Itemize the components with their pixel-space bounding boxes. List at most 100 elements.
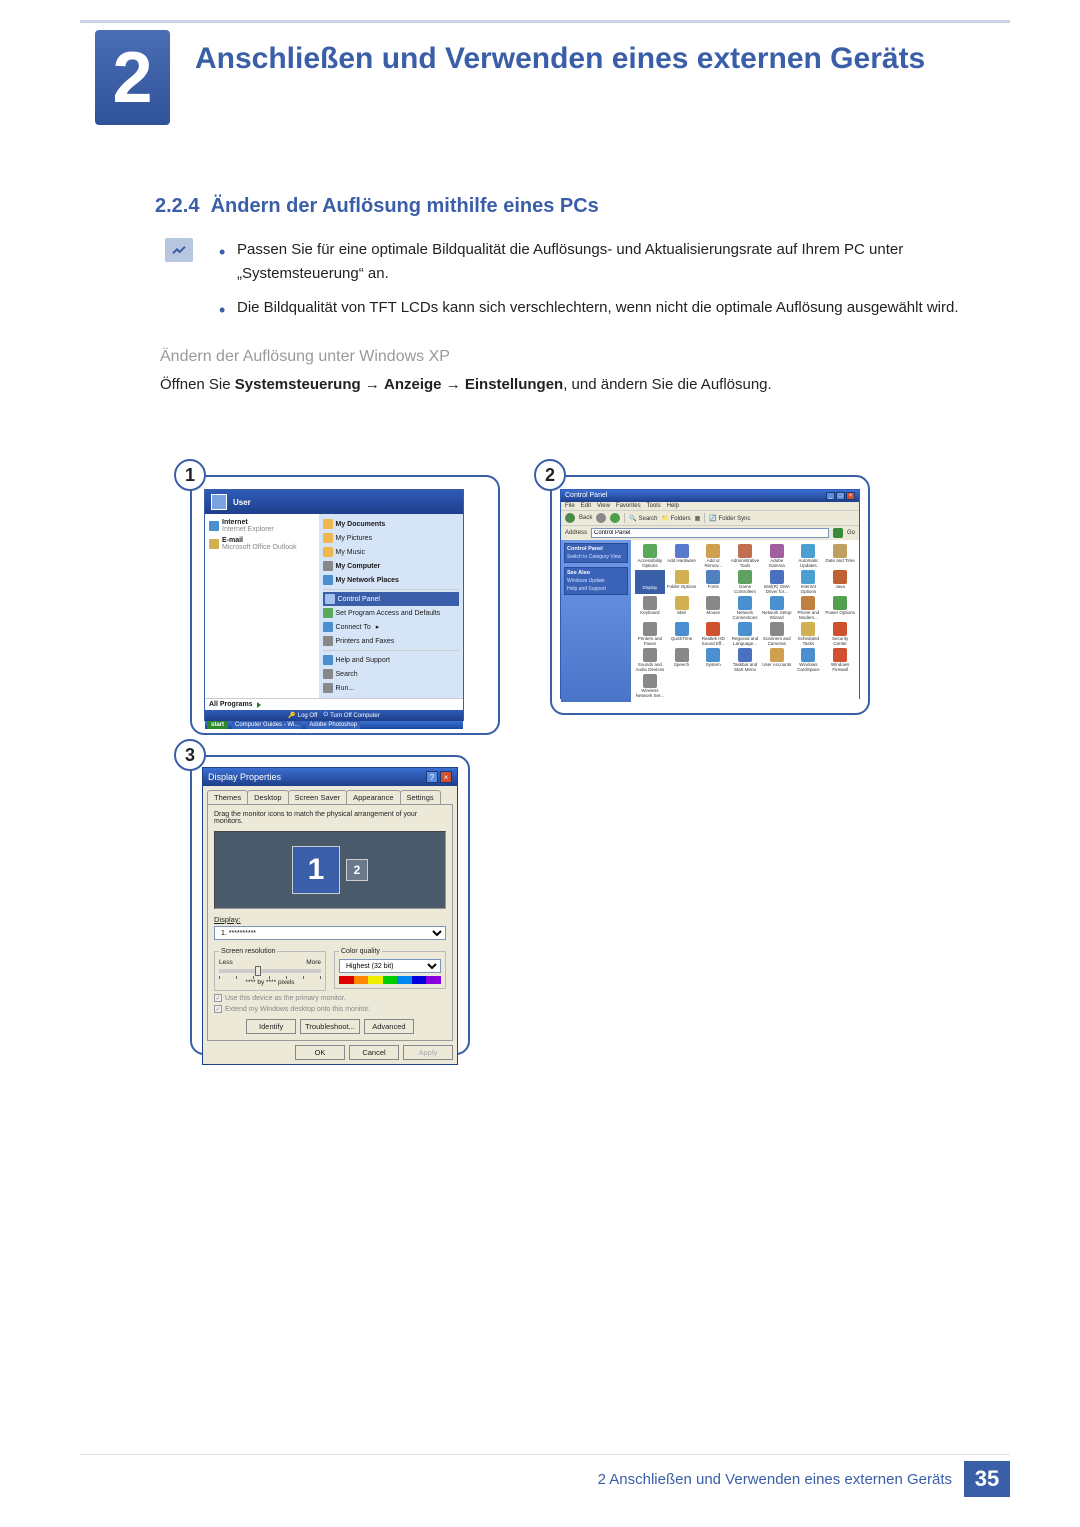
cp-icon-accessibility-options[interactable]: Accessibility Options bbox=[635, 544, 665, 568]
start-item-mycomp[interactable]: My Computer bbox=[323, 559, 459, 573]
cp-icon-speech[interactable]: Speech bbox=[667, 648, 697, 672]
start-item-printers[interactable]: Printers and Faxes bbox=[323, 634, 459, 648]
cp-icon-scheduled-tasks[interactable]: Scheduled Tasks bbox=[794, 622, 824, 646]
cp-icon-quicktime[interactable]: QuickTime bbox=[667, 622, 697, 646]
cp-icon-administrative-tools[interactable]: Administrative Tools bbox=[730, 544, 760, 568]
cp-icon-realtek-hd-sound-eff[interactable]: Realtek HD Sound Eff... bbox=[698, 622, 728, 646]
apply-button[interactable]: Apply bbox=[403, 1045, 453, 1060]
cp-icon-regional-and-language[interactable]: Regional and Language... bbox=[730, 622, 760, 646]
tab-themes[interactable]: Themes bbox=[207, 790, 248, 804]
search-button[interactable]: 🔍 Search bbox=[629, 515, 657, 522]
cp-icon-wireless-network-set[interactable]: Wireless Network Set... bbox=[635, 674, 665, 698]
minimize-button[interactable]: _ bbox=[826, 492, 835, 500]
cp-icon-mouse[interactable]: Mouse bbox=[698, 596, 728, 620]
sidebar-link-category-view[interactable]: Switch to Category View bbox=[567, 552, 625, 560]
cp-icon-windows-firewall[interactable]: Windows Firewall bbox=[825, 648, 855, 672]
start-item-run[interactable]: Run... bbox=[323, 681, 459, 695]
cp-icon-mail[interactable]: Mail bbox=[667, 596, 697, 620]
views-button[interactable]: ▦ bbox=[695, 515, 701, 522]
cp-icon-taskbar-and-start-menu[interactable]: Taskbar and Start Menu bbox=[730, 648, 760, 672]
tab-desktop[interactable]: Desktop bbox=[247, 790, 289, 804]
cp-icon-security-center[interactable]: Security Center bbox=[825, 622, 855, 646]
address-input[interactable] bbox=[591, 528, 829, 538]
up-button[interactable] bbox=[610, 513, 620, 523]
forward-button[interactable] bbox=[596, 513, 606, 523]
back-button[interactable] bbox=[565, 513, 575, 523]
cp-icon-fonts[interactable]: Fonts bbox=[698, 570, 728, 594]
tab-screensaver[interactable]: Screen Saver bbox=[288, 790, 347, 804]
cp-icon-add-hardware[interactable]: Add Hardware bbox=[667, 544, 697, 568]
menu-help[interactable]: Help bbox=[667, 503, 679, 509]
monitor-1-icon[interactable]: 1 bbox=[292, 846, 340, 894]
cp-icon-intel-r-gma-driver-for[interactable]: Intel(R) GMA Driver for... bbox=[762, 570, 792, 594]
menu-favorites[interactable]: Favorites bbox=[616, 503, 641, 509]
cp-icon-scanners-and-cameras[interactable]: Scanners and Cameras bbox=[762, 622, 792, 646]
cp-icon-adobe-gamma[interactable]: Adobe Gamma bbox=[762, 544, 792, 568]
start-item-mynet[interactable]: My Network Places bbox=[323, 573, 459, 587]
resolution-slider[interactable] bbox=[219, 969, 321, 973]
tab-settings[interactable]: Settings bbox=[400, 790, 441, 804]
start-item-mypics[interactable]: My Pictures bbox=[323, 531, 459, 545]
monitor-2-icon[interactable]: 2 bbox=[346, 859, 368, 881]
start-item-control-panel[interactable]: Control Panel bbox=[323, 592, 459, 606]
cp-icon-printers-and-faxes[interactable]: Printers and Faxes bbox=[635, 622, 665, 646]
logoff-button[interactable]: 🔑 Log Off bbox=[288, 712, 317, 719]
taskbar-app-1[interactable]: Computer Guides - Wi... bbox=[232, 721, 302, 729]
cp-icon-system[interactable]: System bbox=[698, 648, 728, 672]
advanced-button[interactable]: Advanced bbox=[364, 1019, 414, 1034]
cp-icon-phone-and-modem[interactable]: Phone and Modem... bbox=[794, 596, 824, 620]
cp-icon-java[interactable]: Java bbox=[825, 570, 855, 594]
help-button[interactable]: ? bbox=[426, 771, 438, 783]
close-button[interactable]: × bbox=[846, 492, 855, 500]
start-item-connect[interactable]: Connect To ▸ bbox=[323, 620, 459, 634]
menu-edit[interactable]: Edit bbox=[581, 503, 591, 509]
go-button[interactable] bbox=[833, 528, 843, 538]
identify-button[interactable]: Identify bbox=[246, 1019, 296, 1034]
slider-less-label: Less bbox=[219, 959, 233, 966]
start-button[interactable]: start bbox=[207, 721, 228, 729]
cp-icon-windows-cardspace[interactable]: Windows CardSpace bbox=[794, 648, 824, 672]
cp-icon-user-accounts[interactable]: User Accounts bbox=[762, 648, 792, 672]
sidebar-link-winupdate[interactable]: Windows Update bbox=[567, 576, 625, 584]
cp-icon-network-connections[interactable]: Network Connections bbox=[730, 596, 760, 620]
turnoff-button[interactable]: ⏻ Turn Off Computer bbox=[323, 712, 379, 719]
foldersync-button[interactable]: 🔄 Folder Sync bbox=[709, 515, 750, 522]
cp-icon-internet-options[interactable]: Internet Options bbox=[794, 570, 824, 594]
monitor-arrangement-area[interactable]: 1 2 bbox=[214, 831, 446, 909]
maximize-button[interactable]: □ bbox=[836, 492, 845, 500]
start-item-mymusic[interactable]: My Music bbox=[323, 545, 459, 559]
start-item-help[interactable]: Help and Support bbox=[323, 653, 459, 667]
tab-appearance[interactable]: Appearance bbox=[346, 790, 400, 804]
menu-file[interactable]: File bbox=[565, 503, 575, 509]
start-item-search[interactable]: Search bbox=[323, 667, 459, 681]
menu-tools[interactable]: Tools bbox=[647, 503, 661, 509]
taskbar-app-2[interactable]: Adobe Photoshop bbox=[306, 721, 360, 729]
cp-icon-automatic-updates[interactable]: Automatic Updates bbox=[794, 544, 824, 568]
folders-button[interactable]: 📁 Folders bbox=[662, 515, 691, 522]
start-item-mydocs[interactable]: My Documents bbox=[323, 517, 459, 531]
cp-icon-game-controllers[interactable]: Game Controllers bbox=[730, 570, 760, 594]
close-button[interactable]: × bbox=[440, 771, 452, 783]
sidebar-link-help[interactable]: Help and Support bbox=[567, 584, 625, 592]
start-item-set-program[interactable]: Set Program Access and Defaults bbox=[323, 606, 459, 620]
cp-icon-power-options[interactable]: Power Options bbox=[825, 596, 855, 620]
ok-button[interactable]: OK bbox=[295, 1045, 345, 1060]
slider-thumb[interactable] bbox=[255, 966, 261, 976]
cp-icon-sounds-and-audio-devices[interactable]: Sounds and Audio Devices bbox=[635, 648, 665, 672]
cp-icon-keyboard[interactable]: Keyboard bbox=[635, 596, 665, 620]
start-item-email[interactable]: E-mailMicrosoft Office Outlook bbox=[209, 535, 315, 553]
display-select[interactable]: 1. ********** bbox=[214, 926, 446, 940]
start-item-internet[interactable]: InternetInternet Explorer bbox=[209, 517, 315, 535]
cp-icon-network-setup-wizard[interactable]: Network Setup Wizard bbox=[762, 596, 792, 620]
checkbox-extend-desktop[interactable]: ✓Extend my Windows desktop onto this mon… bbox=[214, 1005, 446, 1013]
checkbox-primary-monitor[interactable]: ✓Use this device as the primary monitor. bbox=[214, 994, 446, 1002]
cp-icon-display[interactable]: Display bbox=[635, 570, 665, 594]
cp-icon-folder-options[interactable]: Folder Options bbox=[667, 570, 697, 594]
start-all-programs[interactable]: All Programs bbox=[205, 698, 463, 710]
cp-icon-add-or-remov[interactable]: Add or Remov... bbox=[698, 544, 728, 568]
cp-icon-date-and-time[interactable]: Date and Time bbox=[825, 544, 855, 568]
color-quality-select[interactable]: Highest (32 bit) bbox=[339, 959, 441, 973]
cancel-button[interactable]: Cancel bbox=[349, 1045, 399, 1060]
menu-view[interactable]: View bbox=[597, 503, 610, 509]
troubleshoot-button[interactable]: Troubleshoot... bbox=[300, 1019, 360, 1034]
